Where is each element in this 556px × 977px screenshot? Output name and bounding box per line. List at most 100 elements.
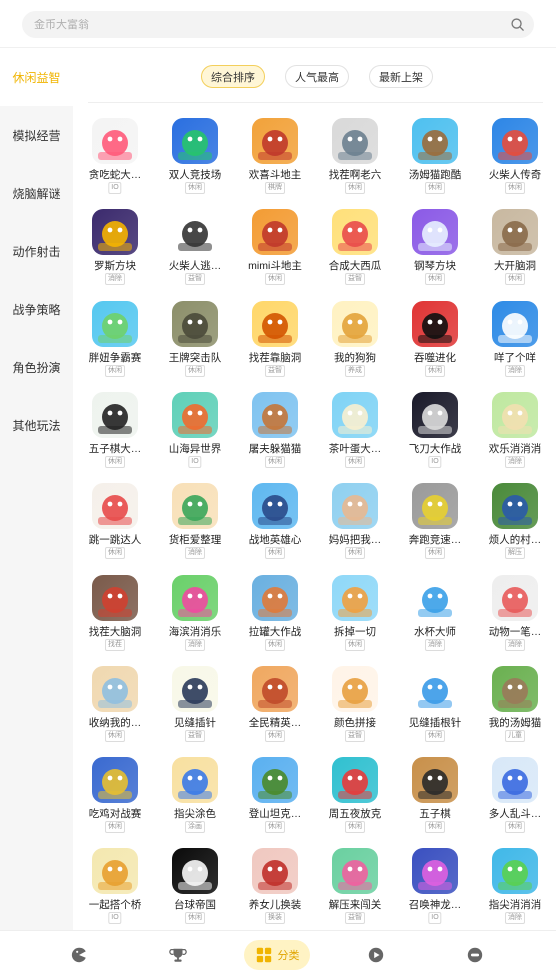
game-card[interactable]: 合成大西瓜 益智 — [315, 206, 395, 294]
game-card[interactable]: 一起搭个桥 IO — [75, 845, 155, 930]
game-card[interactable]: 五子棋大… 休闲 — [75, 389, 155, 477]
game-icon[interactable] — [252, 757, 298, 803]
game-card[interactable]: 战地英雄心 休闲 — [235, 480, 315, 568]
game-icon[interactable] — [412, 575, 458, 621]
game-card[interactable]: 王牌突击队 休闲 — [155, 298, 235, 386]
game-card[interactable]: 收纳我的… 休闲 — [75, 663, 155, 751]
game-card[interactable]: 货柜爱整理 消除 — [155, 480, 235, 568]
game-card[interactable]: 召唤神龙… IO — [395, 845, 475, 930]
nav-profile[interactable] — [465, 941, 485, 969]
sort-comprehensive-button[interactable]: 综合排序 — [201, 65, 265, 88]
game-icon[interactable] — [252, 848, 298, 894]
game-card[interactable]: 见缝插针 益智 — [155, 663, 235, 751]
game-icon[interactable] — [412, 209, 458, 255]
game-card[interactable]: 我的狗狗 养成 — [315, 298, 395, 386]
game-icon[interactable] — [252, 392, 298, 438]
game-card[interactable]: 养女儿换装 换装 — [235, 845, 315, 930]
game-icon[interactable] — [412, 757, 458, 803]
game-card[interactable]: 罗斯方块 消除 — [75, 206, 155, 294]
game-icon[interactable] — [172, 392, 218, 438]
search-input[interactable] — [34, 18, 494, 31]
game-card[interactable]: 大开脑洞 休闲 — [475, 206, 555, 294]
game-card[interactable]: 水杯大师 消除 — [395, 572, 475, 660]
game-card[interactable]: 指尖涂色 涂画 — [155, 754, 235, 842]
game-card[interactable]: 跳一跳达人 休闲 — [75, 480, 155, 568]
game-icon[interactable] — [412, 666, 458, 712]
game-icon[interactable] — [92, 301, 138, 347]
game-icon[interactable] — [252, 301, 298, 347]
sort-newest-button[interactable]: 最新上架 — [369, 65, 433, 88]
game-card[interactable]: 欢喜斗地主 棋牌 — [235, 115, 315, 203]
game-icon[interactable] — [172, 209, 218, 255]
game-card[interactable]: 妈妈把我… 休闲 — [315, 480, 395, 568]
nav-home[interactable] — [69, 941, 89, 969]
game-card[interactable]: 火柴人传奇 休闲 — [475, 115, 555, 203]
search-icon[interactable] — [510, 17, 525, 32]
game-icon[interactable] — [92, 209, 138, 255]
game-icon[interactable] — [92, 392, 138, 438]
game-card[interactable]: 台球帝国 休闲 — [155, 845, 235, 930]
game-card[interactable]: 汤姆猫跑酷 休闲 — [395, 115, 475, 203]
game-icon[interactable] — [92, 848, 138, 894]
game-icon[interactable] — [92, 757, 138, 803]
game-card[interactable]: 火柴人逃… 益智 — [155, 206, 235, 294]
game-card[interactable]: 双人竞技场 休闲 — [155, 115, 235, 203]
game-icon[interactable] — [252, 666, 298, 712]
game-icon[interactable] — [252, 209, 298, 255]
game-icon[interactable] — [172, 848, 218, 894]
sidebar-item-casual-puzzle[interactable]: 休闲益智 — [0, 48, 73, 106]
game-icon[interactable] — [412, 118, 458, 164]
game-card[interactable]: 咩了个咩 消除 — [475, 298, 555, 386]
game-icon[interactable] — [252, 575, 298, 621]
game-card[interactable]: 指尖消消消 消除 — [475, 845, 555, 930]
game-card[interactable]: 拆掉一切 休闲 — [315, 572, 395, 660]
game-icon[interactable] — [492, 575, 538, 621]
game-card[interactable]: 钢琴方块 休闲 — [395, 206, 475, 294]
game-icon[interactable] — [332, 848, 378, 894]
sidebar-item-role-play[interactable]: 角色扮演 — [0, 338, 73, 396]
game-card[interactable]: 欢乐消消消 消除 — [475, 389, 555, 477]
game-card[interactable]: 胖妞争霸赛 休闲 — [75, 298, 155, 386]
game-card[interactable]: 贪吃蛇大… IO — [75, 115, 155, 203]
game-icon[interactable] — [252, 118, 298, 164]
game-icon[interactable] — [332, 666, 378, 712]
game-icon[interactable] — [492, 848, 538, 894]
game-card[interactable]: 奔跑竞速… 休闲 — [395, 480, 475, 568]
sort-popular-button[interactable]: 人气最高 — [285, 65, 349, 88]
game-card[interactable]: 多人乱斗… 休闲 — [475, 754, 555, 842]
game-card[interactable]: 找茬大脑洞 找茬 — [75, 572, 155, 660]
game-card[interactable]: 我的汤姆猫 儿童 — [475, 663, 555, 751]
game-card[interactable]: 见缝插根针 休闲 — [395, 663, 475, 751]
game-icon[interactable] — [492, 209, 538, 255]
game-icon[interactable] — [332, 483, 378, 529]
game-icon[interactable] — [332, 209, 378, 255]
game-icon[interactable] — [92, 483, 138, 529]
game-icon[interactable] — [492, 483, 538, 529]
search-box[interactable] — [22, 11, 534, 38]
game-icon[interactable] — [332, 118, 378, 164]
game-icon[interactable] — [492, 301, 538, 347]
sidebar-item-action-shooting[interactable]: 动作射击 — [0, 222, 73, 280]
game-card[interactable]: mimi斗地主 休闲 — [235, 206, 315, 294]
game-icon[interactable] — [412, 392, 458, 438]
game-icon[interactable] — [332, 301, 378, 347]
game-card[interactable]: 五子棋 休闲 — [395, 754, 475, 842]
game-card[interactable]: 全民精英… 休闲 — [235, 663, 315, 751]
game-icon[interactable] — [332, 575, 378, 621]
game-icon[interactable] — [412, 301, 458, 347]
game-card[interactable]: 屠夫躲猫猫 休闲 — [235, 389, 315, 477]
game-card[interactable]: 颜色拼接 益智 — [315, 663, 395, 751]
game-icon[interactable] — [492, 666, 538, 712]
nav-ranking[interactable] — [168, 941, 188, 969]
nav-category[interactable]: 分类 — [244, 940, 310, 970]
game-card[interactable]: 登山坦克… 休闲 — [235, 754, 315, 842]
game-icon[interactable] — [172, 757, 218, 803]
sidebar-item-brain-puzzle[interactable]: 烧脑解谜 — [0, 164, 73, 222]
game-card[interactable]: 解压来闯关 益智 — [315, 845, 395, 930]
game-icon[interactable] — [92, 118, 138, 164]
game-icon[interactable] — [172, 575, 218, 621]
game-card[interactable]: 周五夜放克 休闲 — [315, 754, 395, 842]
game-icon[interactable] — [332, 757, 378, 803]
game-icon[interactable] — [252, 483, 298, 529]
game-card[interactable]: 找茬靠脑洞 益智 — [235, 298, 315, 386]
